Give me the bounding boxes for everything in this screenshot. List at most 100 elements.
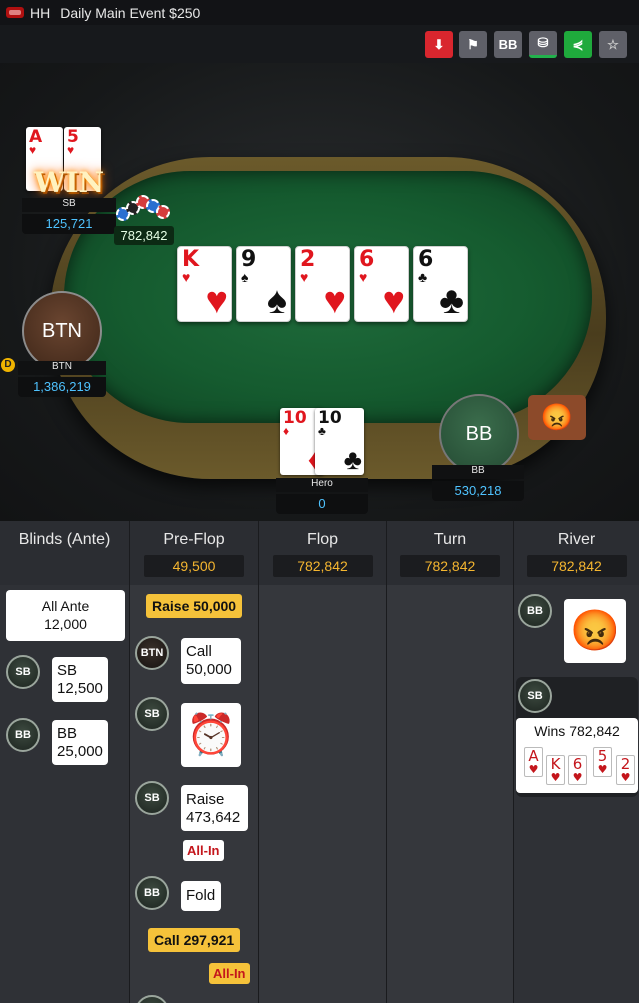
call-amount: 50,000	[186, 661, 232, 678]
heart-icon: ♥	[528, 763, 539, 776]
dealer-button-icon: D	[1, 358, 15, 372]
street-preflop[interactable]: Pre-Flop 49,500	[130, 521, 259, 585]
heart-icon: ♥	[550, 771, 561, 784]
heart-icon: ♥	[29, 143, 37, 157]
call-bubble: Call 50,000	[181, 638, 241, 684]
call-allin-action: Call 297,921	[148, 928, 241, 952]
street-name: Pre-Flop	[163, 531, 225, 548]
winning-card: 6 ♥	[568, 755, 587, 785]
suit-icon: ♥	[205, 280, 228, 322]
bb-blind-label: BB	[57, 725, 78, 742]
share-icon: ⋞	[572, 36, 584, 52]
call-label: Call	[186, 643, 212, 660]
street-name: River	[557, 531, 596, 548]
raise-action: Raise 50,000	[146, 594, 243, 618]
street-flop[interactable]: Flop 782,842	[259, 521, 387, 585]
sb-position-chip: SB	[135, 697, 169, 731]
street-pot: 782,842	[526, 555, 627, 577]
win-badge: WIN	[33, 165, 105, 199]
sb-position-chip: SB	[135, 781, 169, 815]
suit-icon: ♥	[323, 280, 346, 322]
emote-bubble: 😡	[564, 599, 626, 663]
all-in-badge: All-In	[183, 840, 224, 861]
raise-label: Raise	[186, 791, 225, 808]
btn-seat-stack: 1,386,219	[18, 377, 106, 397]
btn-avatar[interactable]: BTN	[22, 291, 102, 371]
star-icon: ☆	[607, 36, 619, 52]
download-icon: ⬇	[433, 36, 445, 52]
hero-hole-card-2: 10 ♣ ♣	[315, 408, 364, 475]
app-logo-icon	[6, 7, 24, 18]
action-columns: All Ante 12,000 SB SB 12,500 BB BB 25,00…	[0, 585, 639, 1003]
pot-amount: 782,842	[114, 226, 174, 245]
suit-icon: ♥	[359, 269, 368, 285]
raise-allin-bubble: Raise 473,642	[181, 785, 248, 831]
blinds-column: All Ante 12,000 SB SB 12,500 BB BB 25,00…	[0, 585, 130, 1003]
chip-stack-icon	[114, 193, 174, 227]
btn-position-chip: BTN	[135, 636, 169, 670]
bb-position-chip: BB	[135, 876, 169, 910]
raise-amount: 473,642	[186, 809, 241, 826]
board-card: 2 ♥ ♥	[295, 246, 350, 322]
sb-blind-amount: 12,500	[57, 680, 103, 697]
tournament-title: Daily Main Event $250	[60, 4, 201, 21]
bb-blind-bubble: BB 25,000	[52, 720, 108, 765]
winning-card: 5 ♥	[593, 747, 612, 777]
partial-position-chip	[135, 995, 169, 1003]
heart-icon: ♥	[620, 771, 631, 784]
title-bar: HH Daily Main Event $250	[0, 0, 639, 25]
all-in-badge: All-In	[209, 963, 250, 984]
diamond-icon: ♦	[283, 424, 290, 438]
heart-icon: ♥	[572, 771, 583, 784]
poker-table-area: A ♥ 5 ♥ WIN SB 125,721 782,842 K ♥ ♥ 9 ♠ ♠ 2 ♥ ♥…	[0, 63, 639, 521]
flag-button[interactable]: ⚑	[459, 31, 487, 58]
winning-card: A ♥	[524, 747, 543, 777]
suit-icon: ♣	[418, 269, 428, 285]
suit-icon: ♥	[382, 280, 405, 322]
bb-blind-amount: 25,000	[57, 743, 103, 760]
incognito-icon: ⛁	[537, 35, 549, 50]
toolbar: ⬇ ⚑ BB ⛁ ⋞ ☆	[0, 25, 639, 63]
board-card: 6 ♣ ♣	[413, 246, 468, 322]
preflop-column: Raise 50,000 BTN Call 50,000 SB ⏰ SB Rai…	[130, 585, 259, 1003]
favorite-button[interactable]: ☆	[599, 31, 627, 58]
winner-panel: SB Wins 782,842 A ♥ K ♥ 6 ♥ 5 ♥ 2 ♥	[516, 677, 638, 797]
bb-position-chip: BB	[6, 718, 40, 752]
download-button[interactable]: ⬇	[425, 31, 453, 58]
ante-bubble: All Ante 12,000	[6, 590, 125, 641]
heart-icon: ♥	[67, 143, 75, 157]
bb-avatar[interactable]: BB	[439, 394, 519, 474]
title-prefix: HH	[30, 4, 51, 21]
club-icon: ♣	[318, 424, 326, 438]
street-pot: 782,842	[400, 555, 500, 577]
share-button[interactable]: ⋞	[564, 31, 592, 58]
angry-emote-icon: 😡	[528, 395, 586, 440]
suit-icon: ♥	[300, 269, 309, 285]
turn-column	[387, 585, 514, 1003]
suit-icon: ♠	[266, 280, 287, 322]
btn-seat-name: BTN	[18, 361, 106, 375]
heart-icon: ♥	[597, 763, 608, 776]
street-name: Blinds (Ante)	[18, 531, 111, 548]
street-blinds[interactable]: Blinds (Ante)	[0, 521, 130, 585]
sb-seat-name: SB	[22, 198, 116, 212]
flag-icon: ⚑	[467, 36, 479, 52]
club-icon: ♣	[343, 444, 362, 475]
street-river[interactable]: River 782,842	[514, 521, 639, 585]
hero-seat-stack: 0	[276, 494, 368, 514]
winning-card: 2 ♥	[616, 755, 635, 785]
suit-icon: ♠	[241, 269, 249, 285]
incognito-button[interactable]: ⛁	[529, 31, 557, 58]
street-name: Turn	[433, 531, 467, 548]
bb-position-chip: BB	[518, 594, 552, 628]
sb-position-chip: SB	[6, 655, 40, 689]
sb-blind-label: SB	[57, 662, 78, 679]
bb-toggle-button[interactable]: BB	[494, 31, 522, 58]
sb-position-chip: SB	[518, 679, 552, 713]
wins-label: Wins 782,842	[534, 723, 620, 739]
street-turn[interactable]: Turn 782,842	[387, 521, 514, 585]
suit-icon: ♥	[182, 269, 191, 285]
bb-seat-stack: 530,218	[432, 481, 524, 501]
timebank-bubble: ⏰	[181, 703, 241, 767]
angry-emote-icon: 😡	[570, 609, 620, 653]
